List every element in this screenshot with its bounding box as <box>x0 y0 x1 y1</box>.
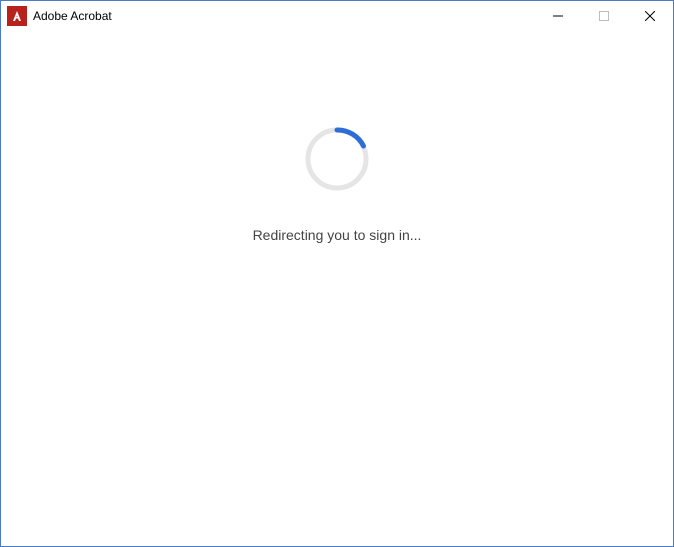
maximize-button <box>581 1 627 31</box>
loading-spinner-icon <box>304 126 370 192</box>
app-icon <box>7 6 27 26</box>
titlebar: Adobe Acrobat <box>1 1 673 31</box>
spinner-container <box>304 126 370 197</box>
minimize-button[interactable] <box>535 1 581 31</box>
window-controls <box>535 1 673 31</box>
status-text: Redirecting you to sign in... <box>253 227 422 243</box>
content-area: Redirecting you to sign in... <box>1 31 673 546</box>
close-button[interactable] <box>627 1 673 31</box>
window-title: Adobe Acrobat <box>33 9 112 23</box>
